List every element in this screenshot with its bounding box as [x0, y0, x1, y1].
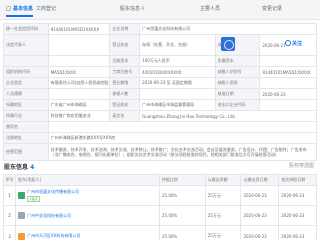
taxpayer-no-label: 纳税人识别号 — [215, 67, 261, 77]
paid-capital-value — [260, 56, 316, 66]
region-label: 所属地区 — [4, 100, 49, 110]
address-label: 注册地址 — [4, 133, 49, 143]
tab-bar: 基本信息 工商登记 股东信息4 主要人员 变更记录 — [0, 0, 320, 20]
company-name-value: 广州思蕴文化科技有限公司 — [142, 26, 191, 31]
org-code-value: MA5D1XXXX — [49, 67, 111, 77]
company-avatar-icon — [17, 192, 25, 199]
name-label: 企业名称 — [110, 24, 141, 34]
en-name-value: Guangzhou Zhong Jin Hao Technology Co., … — [142, 113, 236, 119]
imp-exp-value — [260, 100, 316, 110]
ratio-value: 25.00% — [160, 186, 206, 205]
taxpayer-qual-label: 纳税人资质 — [215, 78, 261, 88]
shareholder-cell: 广州市天河区XX科技有限公司 — [16, 226, 160, 240]
col-date: 认缴出资日期 — [241, 175, 280, 185]
shareholders-table: 序号 股东(发起人) 持股比例 认缴出资额 认缴出资日期 首次持股日期 1 广州… — [3, 174, 317, 240]
scope-value: 技术服务、技术开发、技术咨询、技术交流、技术转让、技术推广；文化艺术交流活动；会… — [50, 147, 307, 157]
insured-value — [140, 89, 216, 99]
first-date-value: 2020-06-23 — [281, 193, 305, 198]
col-ratio: 持股比例 — [160, 175, 206, 185]
company-type-label: 企业类型 — [4, 78, 49, 88]
plus-circle-icon — [285, 40, 291, 46]
former-name-label: 曾用名 — [4, 122, 49, 132]
table-header: 序号 股东(发起人) 持股比例 认缴出资额 认缴出资日期 首次持股日期 — [4, 175, 316, 186]
info-icon — [6, 6, 11, 11]
amount-value: 25万元 — [206, 226, 242, 240]
reg-capital-value: 100万元人民币 — [140, 56, 216, 66]
first-date-value: 2020-06-23 — [281, 233, 305, 239]
credit-code-value: 91440101MA5D1XXXXX — [49, 24, 111, 34]
row-index: 3 — [4, 226, 16, 240]
reg-no-value: 440101000XXXXXX — [140, 67, 216, 77]
approval-label: 核准日期 — [215, 89, 261, 99]
en-name-label: 英文名 — [110, 111, 141, 121]
company-type-value: 有限责任公司(自然人投资或控股) — [49, 78, 111, 88]
table-row[interactable]: 1 广州市思蕴文化传播有限公司 大股东 25.00% 25万元 2020-06-… — [4, 186, 316, 206]
shareholder-cell: 广州中金浩科技有限公司 — [16, 206, 160, 225]
ratio-value: 25.00% — [160, 206, 206, 225]
table-row[interactable]: 2 广州中金浩科技有限公司 25.00% 25万元 2020-06-23 202… — [4, 206, 316, 226]
legal-rep-label: 法定代表人 — [4, 35, 49, 55]
ratio-value: 25.00% — [160, 226, 206, 240]
taxpayer-qual-value — [260, 78, 316, 88]
staff-label: 人员规模 — [4, 89, 49, 99]
col-shareholder: 股东(发起人) — [16, 175, 160, 185]
term-value: 2020-06-23 至 无固定期限 — [140, 78, 216, 88]
industry-label: 所属行业 — [4, 111, 49, 121]
follow-button[interactable]: 关注 — [285, 40, 302, 47]
legal-rep-value — [49, 35, 111, 55]
shareholders-section-title: 股东信息 4 — [4, 164, 35, 171]
region-value: 广东省广州市海珠区 — [49, 100, 111, 110]
insured-label: 参保人数 — [110, 89, 141, 99]
company-logo — [221, 37, 235, 51]
tab-basic-info[interactable]: 基本信息 — [6, 5, 34, 17]
status-label: 登记状态 — [110, 35, 141, 55]
approval-value: 2020-06-23 — [262, 91, 286, 97]
reg-capital-label: 注册资本 — [110, 56, 141, 66]
shareholder-name-link[interactable]: 广州市天河区XX科技有限公司 — [27, 233, 80, 239]
staff-value — [49, 89, 111, 99]
term-label: 营业期限 — [110, 78, 141, 88]
company-avatar-icon — [17, 212, 25, 219]
company-avatar-icon — [17, 232, 25, 240]
imp-exp-label: 进出口企业代码 — [215, 100, 261, 110]
paid-capital-label: 实缴资本 — [215, 56, 261, 66]
former-name-value — [49, 122, 316, 132]
major-shareholder-badge: 大股东 — [26, 196, 40, 202]
shareholder-cell: 广州市思蕴文化传播有限公司 大股东 — [16, 186, 160, 205]
shareholder-name-link[interactable]: 广州中金浩科技有限公司 — [27, 213, 71, 219]
authority-value: 广州市海珠区市场监督管理局 — [140, 100, 216, 110]
tab-shareholders[interactable]: 股东信息4 — [120, 5, 144, 12]
basic-info-table: 统一社会信用代码 91440101MA5D1XXXXX 企业名称 广州思蕴文化科… — [3, 23, 317, 161]
date-value: 2020-06-23 — [241, 226, 280, 240]
col-amount: 认缴出资额 — [206, 175, 242, 185]
blank-value — [49, 56, 111, 66]
equity-chart-link[interactable]: 股权穿透图 — [289, 162, 314, 169]
col-first-date: 首次持股日期 — [281, 177, 306, 182]
industry-value: 科技推广和应用服务业 — [49, 111, 111, 121]
scope-label: 经营范围 — [4, 144, 49, 160]
established-value: 2020-06-23 — [262, 42, 286, 48]
date-value: 2020-06-23 — [241, 186, 280, 205]
table-row[interactable]: 3 广州市天河区XX科技有限公司 25.00% 25万元 2020-06-23 … — [4, 226, 316, 240]
date-value: 2020-06-23 — [241, 206, 280, 225]
reg-no-label: 工商注册号 — [110, 67, 141, 77]
amount-value: 25万元 — [206, 186, 242, 205]
row-index: 1 — [4, 186, 16, 205]
amount-value: 25万元 — [206, 206, 242, 225]
row-index: 2 — [4, 206, 16, 225]
col-index: 序号 — [4, 175, 16, 185]
tab-registration[interactable]: 工商登记 — [36, 5, 56, 12]
address-value: 广州市海珠区新港东路XXX号XXX房 — [50, 135, 116, 140]
tab-change-records[interactable]: 变更记录 — [262, 5, 282, 12]
first-date-value: 2020-06-23 — [281, 213, 305, 218]
tab-key-personnel[interactable]: 主要人员 — [200, 5, 220, 12]
status-value: 存续（在营、开业、在册） — [140, 35, 216, 55]
taxpayer-no-value: 91440101MA5D1XXXXX — [262, 69, 311, 75]
authority-label: 登记机关 — [110, 100, 141, 110]
org-code-label: 组织机构代码 — [4, 67, 49, 77]
blank-label — [4, 56, 49, 66]
credit-code-label: 统一社会信用代码 — [4, 24, 49, 34]
